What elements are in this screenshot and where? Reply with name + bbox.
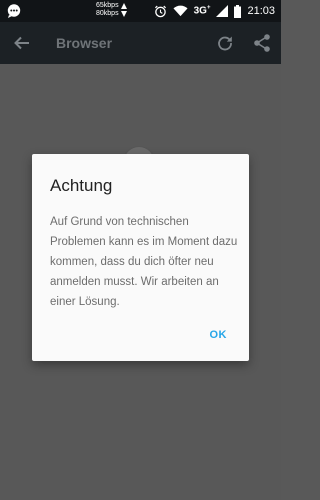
status-bar: 65kbps 80kbps 3G+ 21:03: [0, 0, 281, 22]
message-icon: [7, 4, 21, 18]
share-icon[interactable]: [252, 33, 272, 53]
dialog-message: Auf Grund von technischen Problemen kann…: [50, 216, 238, 308]
alert-dialog: Achtung Auf Grund von technischen Proble…: [32, 154, 249, 361]
battery-icon: [234, 4, 242, 18]
download-arrow-icon: [120, 11, 127, 17]
alarm-icon: [154, 5, 166, 17]
network-type-sup: +: [206, 5, 211, 12]
status-icons: 3G+ 21:03: [154, 3, 275, 19]
wifi-icon: [173, 5, 188, 17]
download-speed: 80kbps: [96, 10, 119, 17]
app-toolbar: Browser: [0, 22, 281, 64]
toolbar-title: Browser: [56, 35, 113, 51]
network-type-label: 3G: [193, 5, 207, 17]
arrow-left-icon[interactable]: [12, 33, 32, 53]
network-type: 3G+: [194, 5, 211, 16]
refresh-icon[interactable]: [216, 34, 234, 52]
dialog-title: Achtung: [50, 176, 113, 195]
upload-speed: 65kbps: [96, 2, 119, 9]
signal-icon: [216, 5, 229, 17]
network-speed: 65kbps 80kbps: [96, 2, 127, 18]
upload-arrow-icon: [120, 3, 127, 9]
ok-button[interactable]: OK: [210, 329, 228, 341]
clock: 21:03: [247, 5, 275, 17]
